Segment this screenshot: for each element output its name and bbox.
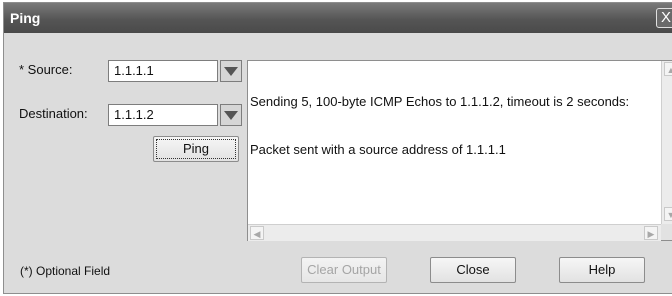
close-icon: X bbox=[660, 9, 671, 26]
ping-button-label: Ping bbox=[156, 139, 236, 159]
destination-combo[interactable]: 1.1.1.2 bbox=[108, 104, 242, 126]
output-text: Sending 5, 100-byte ICMP Echos to 1.1.1.… bbox=[250, 62, 660, 190]
vertical-scrollbar[interactable]: ▲ ▼ bbox=[661, 61, 672, 224]
output-line: Sending 5, 100-byte ICMP Echos to 1.1.1.… bbox=[250, 94, 630, 109]
source-combo[interactable]: 1.1.1.1 bbox=[108, 60, 242, 82]
close-button[interactable]: Close bbox=[430, 257, 516, 283]
source-input[interactable]: 1.1.1.1 bbox=[108, 60, 218, 82]
scrollbar-corner bbox=[661, 224, 672, 240]
close-window-button[interactable]: X bbox=[656, 8, 672, 28]
destination-input[interactable]: 1.1.1.2 bbox=[108, 104, 218, 126]
destination-label: Destination: bbox=[19, 106, 88, 121]
optional-field-note: (*) Optional Field bbox=[20, 264, 111, 278]
ping-dialog: Ping X * Source: 1.1.1.1 Destination: 1.… bbox=[3, 2, 672, 294]
chevron-down-icon[interactable] bbox=[220, 60, 242, 82]
chevron-down-icon[interactable] bbox=[220, 104, 242, 126]
help-button[interactable]: Help bbox=[559, 257, 645, 283]
clear-output-button[interactable]: Clear Output bbox=[301, 257, 387, 283]
ping-button[interactable]: Ping bbox=[153, 136, 239, 162]
scroll-up-icon[interactable]: ▲ bbox=[664, 62, 672, 76]
horizontal-scrollbar[interactable]: ◀ ▶ bbox=[248, 224, 661, 241]
source-label: * Source: bbox=[19, 62, 73, 77]
dialog-title: Ping bbox=[10, 10, 41, 26]
scroll-down-icon[interactable]: ▼ bbox=[664, 207, 672, 221]
scroll-right-icon[interactable]: ▶ bbox=[644, 226, 658, 240]
title-bar: Ping X bbox=[4, 3, 672, 33]
scroll-left-icon[interactable]: ◀ bbox=[250, 226, 264, 240]
output-line: Packet sent with a source address of 1.1… bbox=[250, 142, 506, 157]
output-panel[interactable]: Sending 5, 100-byte ICMP Echos to 1.1.1.… bbox=[247, 60, 672, 241]
